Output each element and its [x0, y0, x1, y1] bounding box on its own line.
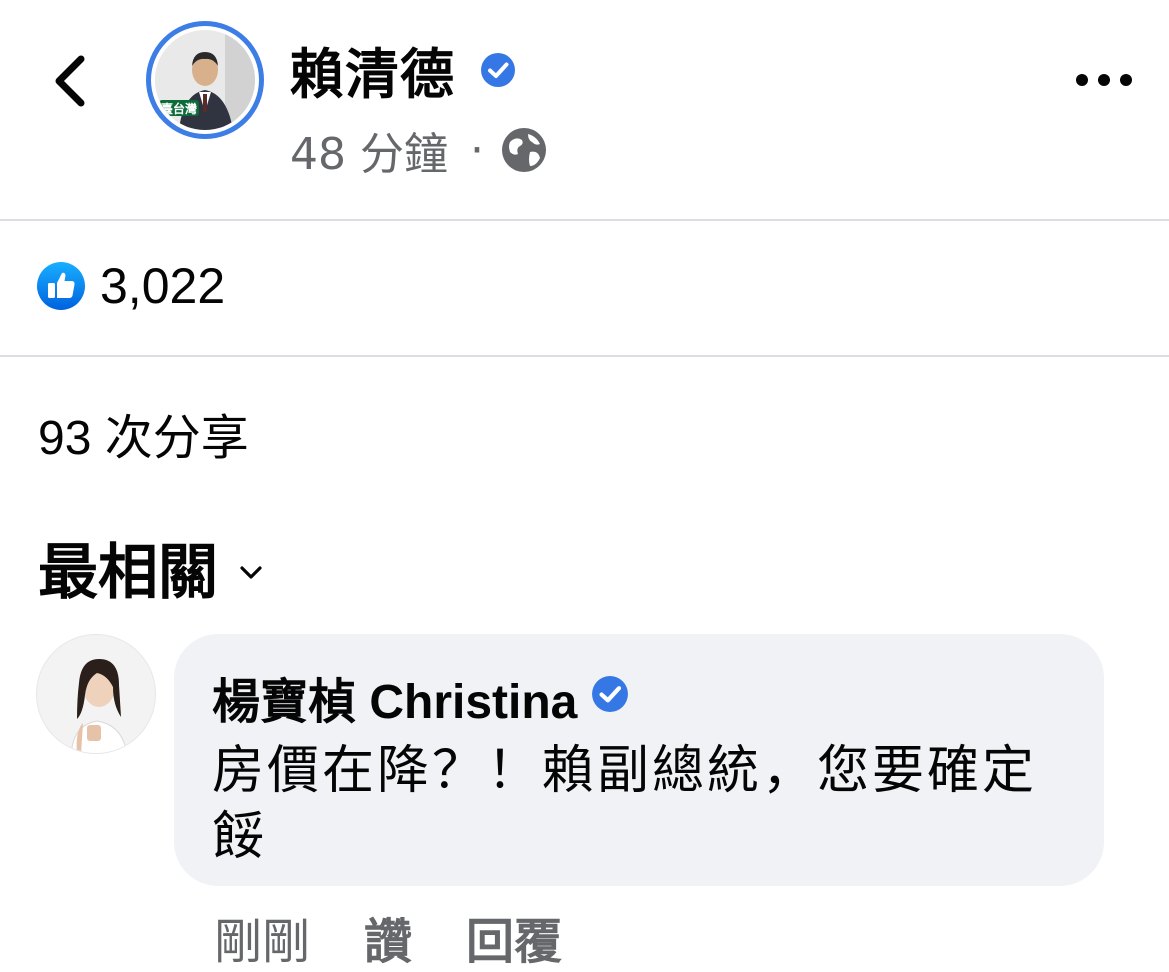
comment-reply-button[interactable]: 回覆 [466, 902, 562, 972]
verified-badge-icon [591, 670, 629, 725]
comment-actions: 剛剛 讚 回覆 [214, 902, 616, 972]
divider [0, 219, 1169, 221]
shares-count[interactable]: 93 次分享 [38, 398, 249, 468]
author-avatar-photo: 臺台灣 [155, 30, 255, 130]
comment-author-name[interactable]: 楊寶楨 Christina [212, 662, 577, 732]
reactions-summary[interactable]: 3,022 [36, 258, 225, 314]
commenter-avatar[interactable] [36, 634, 156, 754]
comment-like-button[interactable]: 讚 [364, 902, 412, 972]
author-name[interactable]: 賴清德 [290, 30, 455, 109]
post-header: 臺台灣 賴清德 48 分鐘 · [0, 0, 1169, 220]
chevron-left-icon [55, 55, 85, 107]
verified-badge-icon [480, 52, 516, 92]
likes-count: 3,022 [100, 258, 226, 314]
comment-time: 剛剛 [214, 914, 311, 970]
meta-separator: · [469, 124, 484, 176]
post-timestamp: 48 分鐘 · [290, 118, 548, 182]
post-time[interactable]: 48 分鐘 [290, 118, 448, 182]
more-options-button[interactable] [1064, 60, 1144, 100]
globe-icon [501, 128, 546, 172]
comment-author[interactable]: 楊寶楨 Christina [212, 662, 1064, 732]
divider [0, 355, 1169, 357]
more-dots-icon [1076, 74, 1132, 86]
avatar-badge-text: 臺台灣 [161, 102, 198, 116]
author-avatar[interactable]: 臺台灣 [146, 21, 264, 139]
chevron-down-icon [240, 565, 262, 579]
back-button[interactable] [40, 46, 100, 116]
like-icon [37, 262, 85, 310]
comment-text: 房價在降？！賴副總統，您要確定餒 [212, 741, 1038, 867]
sort-label: 最相關 [38, 538, 218, 608]
comment-sort-dropdown[interactable]: 最相關 [38, 524, 262, 611]
comment-bubble: 楊寶楨 Christina 房價在降？！賴副總統，您要確定餒 [174, 634, 1104, 886]
